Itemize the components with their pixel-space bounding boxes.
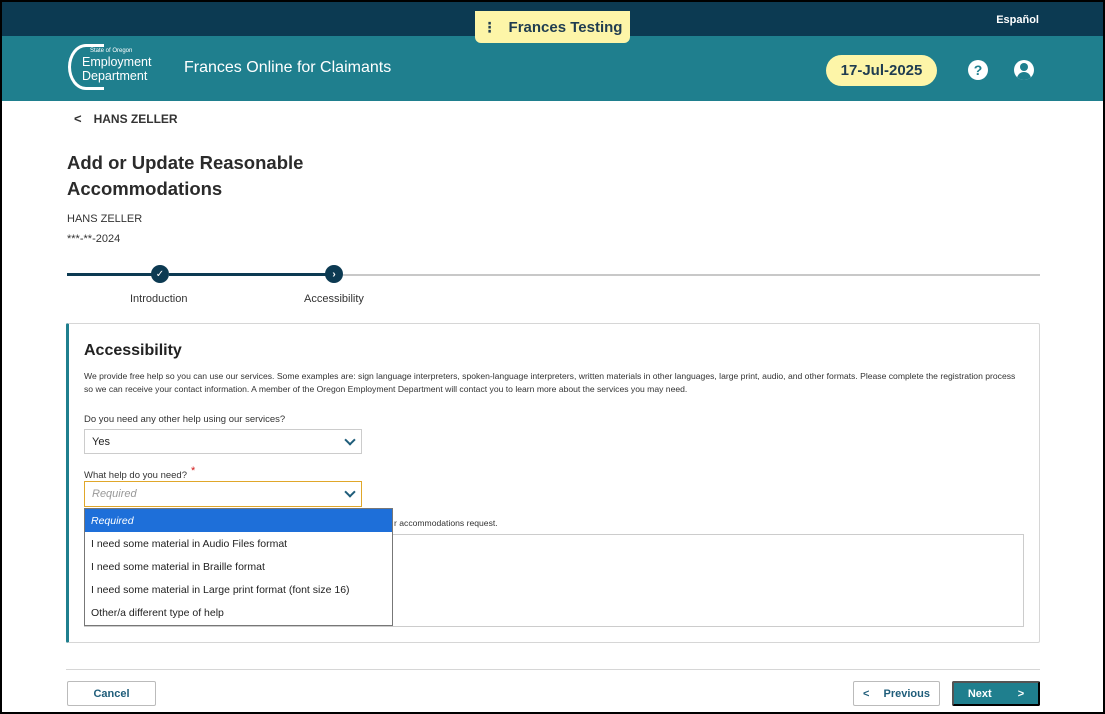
chevron-right-icon: >: [1017, 687, 1025, 700]
accessibility-heading: Accessibility: [84, 342, 182, 359]
option-other-help[interactable]: Other/a different type of help: [85, 601, 392, 624]
logo-line-2: Department: [82, 69, 148, 83]
previous-button[interactable]: < Previous: [853, 681, 940, 706]
kebab-menu-icon[interactable]: ⋮: [483, 19, 497, 36]
other-help-select-value: Yes: [92, 435, 110, 448]
option-braille[interactable]: I need some material in Braille format: [85, 555, 392, 578]
environment-banner[interactable]: ⋮ Frances Testing: [475, 11, 630, 43]
what-help-select[interactable]: Required: [84, 481, 362, 507]
next-button-label: Next: [967, 687, 992, 700]
option-required[interactable]: Required: [85, 509, 392, 532]
app-title: Frances Online for Claimants: [184, 59, 392, 76]
step-complete-check-icon[interactable]: ✓: [151, 265, 169, 283]
employment-department-logo[interactable]: State of Oregon Employment Department: [68, 44, 172, 90]
what-help-label-text: What help do you need?: [84, 470, 187, 482]
logo-state-text: State of Oregon: [90, 48, 133, 54]
cancel-button[interactable]: Cancel: [67, 681, 156, 706]
chevron-left-icon: <: [74, 111, 82, 126]
option-audio-files[interactable]: I need some material in Audio Files form…: [85, 532, 392, 555]
user-icon-head: [1020, 63, 1028, 71]
chevron-down-icon: [344, 486, 356, 498]
user-account-icon[interactable]: [1014, 60, 1034, 80]
claimant-ssn: ***-**-2024: [67, 233, 121, 245]
page-title: Add or Update Reasonable Accommodations: [67, 152, 304, 199]
stepper-line-remaining: [343, 274, 1040, 276]
app-window: Español ⋮ Frances Testing State of Orego…: [0, 0, 1105, 714]
step-current-chevron-icon[interactable]: ›: [325, 265, 343, 283]
user-icon-body: [1017, 72, 1031, 80]
what-help-question-label: What help do you need? *: [84, 465, 195, 481]
logo-name: Employment Department: [82, 55, 151, 83]
environment-label: Frances Testing: [508, 18, 623, 36]
what-help-select-placeholder: Required: [92, 488, 137, 500]
back-to-claimant-link[interactable]: < HANS ZELLER: [74, 111, 178, 126]
footer-divider: [66, 669, 1040, 670]
previous-button-label: Previous: [883, 687, 930, 700]
stepper-line-complete-2: [169, 273, 326, 276]
other-help-select[interactable]: Yes: [84, 429, 362, 454]
chevron-down-icon: [344, 434, 356, 446]
logo-line-1: Employment: [82, 55, 152, 69]
step-label-accessibility: Accessibility: [304, 293, 364, 305]
accessibility-description: We provide free help so you can use our …: [84, 371, 1016, 394]
language-link[interactable]: Español: [996, 14, 1039, 26]
option-large-print[interactable]: I need some material in Large print form…: [85, 578, 392, 601]
stepper-line-complete-1: [67, 273, 152, 276]
help-icon[interactable]: ?: [968, 60, 988, 80]
current-date-badge: 17-Jul-2025: [826, 55, 937, 86]
next-button[interactable]: Next >: [952, 681, 1040, 706]
other-help-question-label: Do you need any other help using our ser…: [84, 414, 286, 425]
back-link-label: HANS ZELLER: [93, 111, 178, 126]
step-label-introduction: Introduction: [130, 293, 188, 305]
claimant-name: HANS ZELLER: [67, 213, 143, 225]
required-marker: *: [191, 465, 196, 477]
chevron-left-icon: <: [863, 687, 870, 700]
what-help-options-list[interactable]: Required I need some material in Audio F…: [84, 508, 393, 626]
app-header: State of Oregon Employment Department Fr…: [2, 36, 1103, 101]
accommodation-request-label-partial: r accommodations request.: [394, 518, 498, 528]
